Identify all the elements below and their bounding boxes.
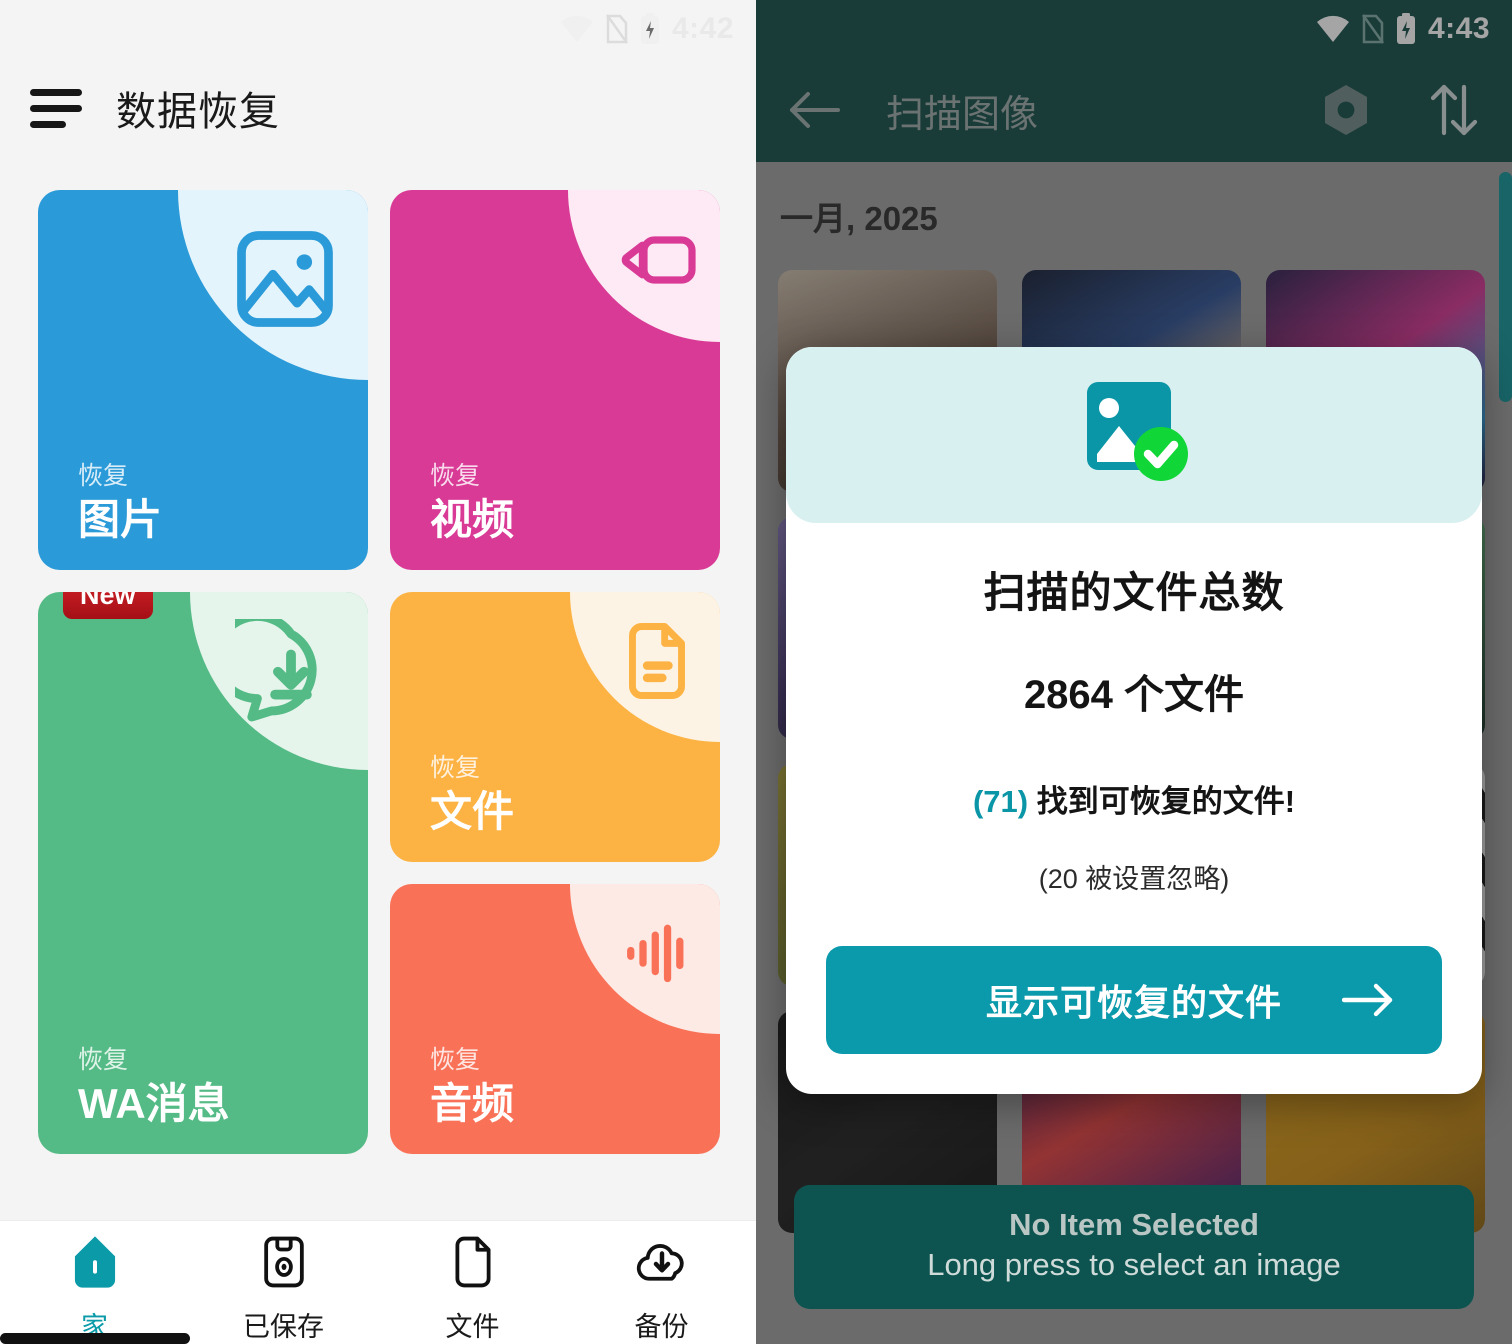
- tile-title: 文件: [430, 787, 515, 835]
- nav-label-files: 文件: [445, 1312, 500, 1342]
- snackbar-title: No Item Selected: [1009, 1207, 1259, 1242]
- gesture-home-indicator: [0, 1333, 190, 1344]
- nav-label-backup: 备份: [634, 1312, 689, 1342]
- tile-subtitle: 恢复: [430, 1046, 481, 1075]
- status-badge: New: [63, 592, 153, 619]
- status-bar-left: 4:42: [0, 0, 756, 58]
- file-icon: [446, 1233, 500, 1296]
- tile-recover-documents[interactable]: 恢复 文件: [390, 592, 720, 862]
- document-icon: [629, 623, 685, 699]
- battery-charging-icon: [640, 13, 660, 45]
- tile-title: 图片: [78, 495, 163, 543]
- tile-title: 视频: [430, 495, 515, 543]
- dialog-title: 扫描的文件总数: [983, 569, 1285, 616]
- nav-item-saved[interactable]: 已保存: [189, 1233, 378, 1344]
- snackbar-no-selection: No Item Selected Long press to select an…: [794, 1185, 1474, 1309]
- tile-title: 音频: [430, 1079, 515, 1127]
- hamburger-menu-icon[interactable]: [30, 88, 82, 128]
- tile-corner-videos: [568, 190, 720, 342]
- dialog-total-count: 2864 个文件: [1023, 673, 1245, 717]
- tile-recover-wa-messages[interactable]: New 恢复 WA消息: [38, 592, 368, 1154]
- snackbar-subtitle: Long press to select an image: [927, 1247, 1341, 1282]
- app-bar-left: 数据恢复: [0, 58, 756, 158]
- tile-subtitle: 恢复: [430, 462, 481, 491]
- tile-recover-videos[interactable]: 恢复 视频: [390, 190, 720, 570]
- bottom-navigation: 家 已保存 文件 备份: [0, 1220, 756, 1344]
- nav-item-home[interactable]: 家: [0, 1233, 189, 1344]
- screen-home: 4:42 数据恢复 恢复 图片 恢复 视频 恢复 文件 New 恢复 WA消息 …: [0, 0, 756, 1344]
- tile-corner-audio: [570, 884, 720, 1034]
- tile-corner-wa: [190, 592, 368, 770]
- audio-wave-icon: [627, 924, 684, 983]
- button-label: 显示可恢复的文件: [985, 982, 1282, 1023]
- tile-recover-photos[interactable]: 恢复 图片: [38, 190, 368, 570]
- screen-scan-images: 4:43 扫描图像 一月, 2025 扫描的文件总数 2864 个文件 (71)…: [756, 0, 1512, 1344]
- tile-subtitle: 恢复: [78, 1046, 129, 1075]
- recovery-tiles-grid: 恢复 图片 恢复 视频 恢复 文件 New 恢复 WA消息 恢复 音频: [38, 190, 720, 1154]
- nav-item-backup[interactable]: 备份: [567, 1233, 756, 1344]
- tile-subtitle: 恢复: [78, 462, 129, 491]
- home-icon: [68, 1233, 122, 1296]
- image-icon: [237, 231, 333, 327]
- wifi-icon: [560, 15, 594, 43]
- tile-title: WA消息: [78, 1079, 230, 1127]
- dialog-header: [786, 347, 1482, 523]
- arrow-right-icon: [1342, 983, 1394, 1017]
- dialog-body: 扫描的文件总数 2864 个文件 (71) 找到可恢复的文件! (20 被设置忽…: [786, 523, 1482, 1094]
- status-time: 4:42: [671, 12, 734, 45]
- page-title: 数据恢复: [116, 90, 280, 134]
- nav-item-files[interactable]: 文件: [378, 1233, 567, 1344]
- dialog-found-line: (71) 找到可恢复的文件!: [826, 776, 1442, 821]
- sim-icon: [605, 14, 628, 44]
- scan-result-dialog: 扫描的文件总数 2864 个文件 (71) 找到可恢复的文件! (20 被设置忽…: [786, 347, 1482, 1094]
- show-recoverable-files-button[interactable]: 显示可恢复的文件: [826, 946, 1442, 1054]
- tile-corner-photos: [178, 190, 368, 380]
- tile-recover-audio[interactable]: 恢复 音频: [390, 884, 720, 1154]
- cloud-download-icon: [633, 1233, 691, 1296]
- video-camera-icon: [621, 236, 696, 284]
- found-text: 找到可恢复的文件!: [1036, 784, 1296, 819]
- nav-label-saved: 已保存: [243, 1312, 324, 1342]
- tile-corner-documents: [570, 592, 720, 742]
- whatsapp-download-icon: [235, 619, 317, 722]
- save-floppy-icon: [257, 1233, 311, 1296]
- dialog-ignored-note: (20 被设置忽略): [1038, 864, 1230, 894]
- dual-screenshot: 4:42 数据恢复 恢复 图片 恢复 视频 恢复 文件 New 恢复 WA消息 …: [0, 0, 1512, 1344]
- image-check-icon: [1069, 372, 1199, 499]
- tile-subtitle: 恢复: [430, 754, 481, 783]
- found-count: (71): [972, 784, 1029, 819]
